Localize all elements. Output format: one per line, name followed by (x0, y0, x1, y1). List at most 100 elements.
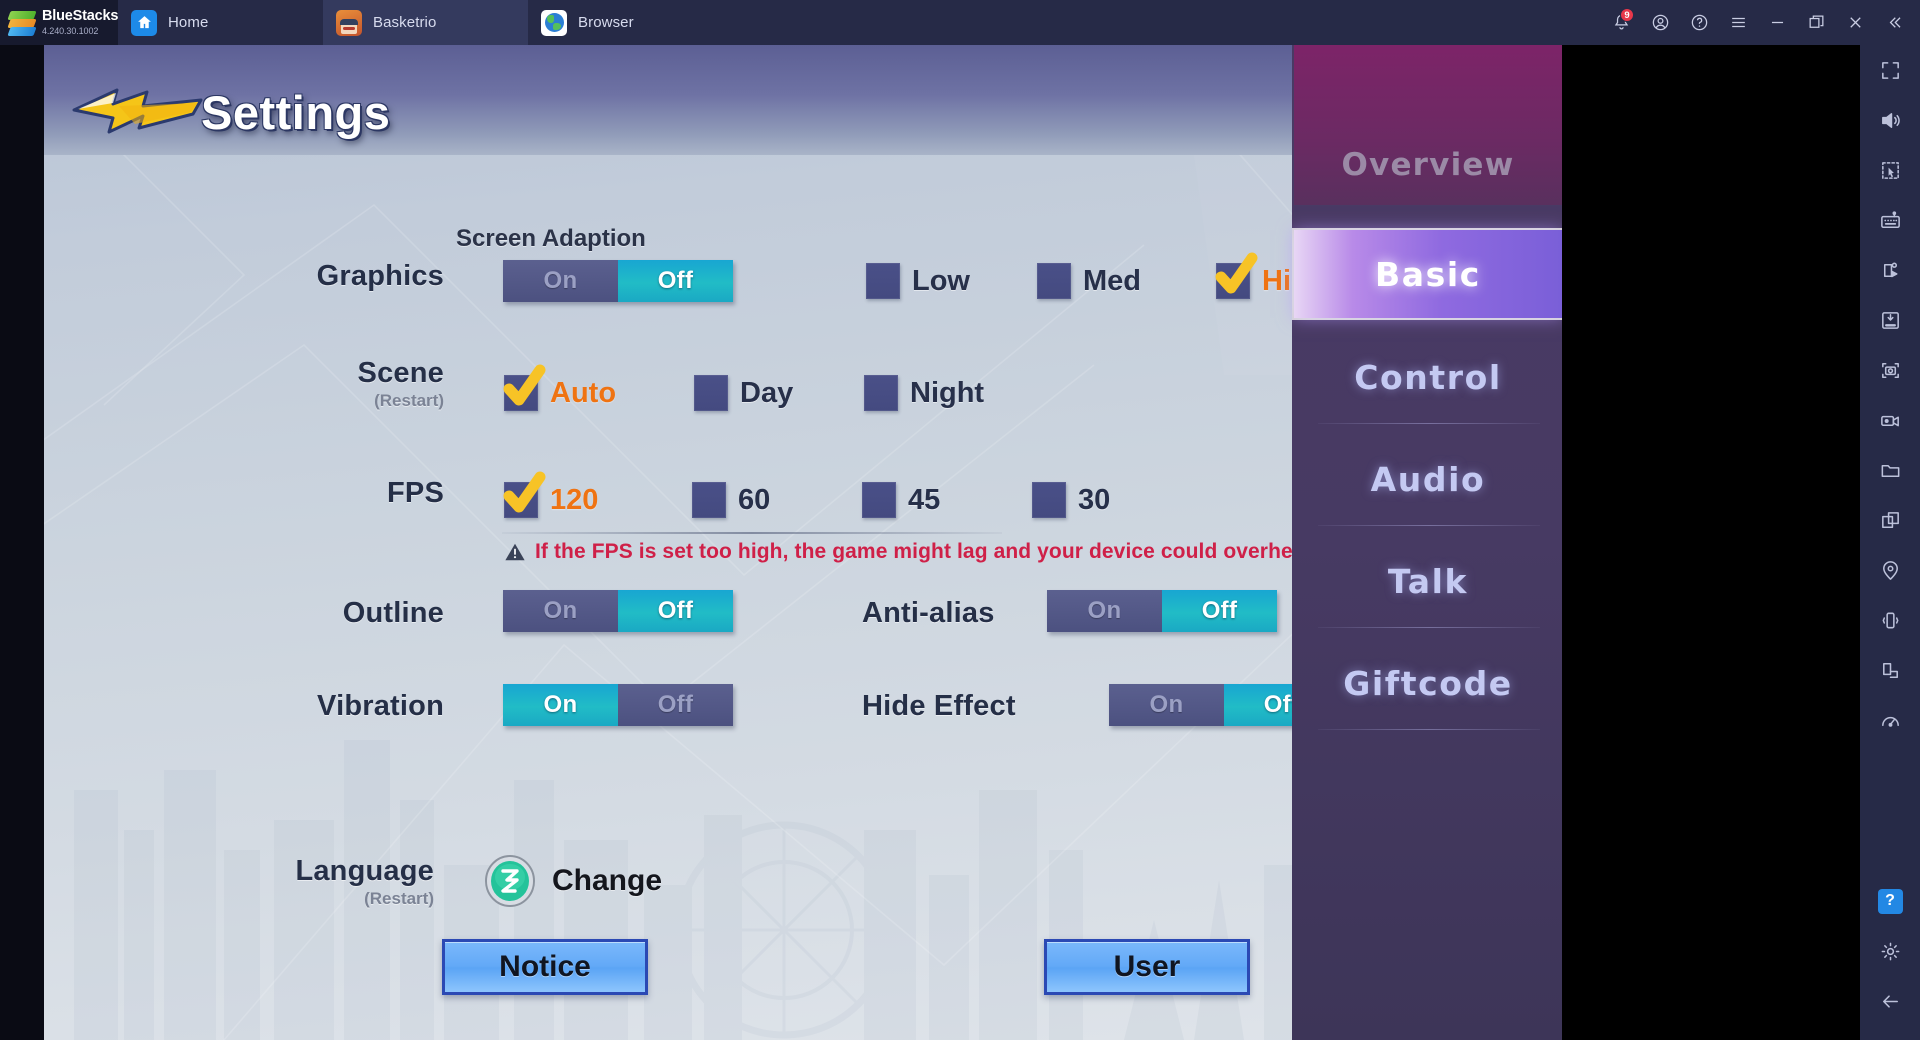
checkbox-checked-icon[interactable] (1215, 252, 1258, 299)
multi-instance-icon[interactable] (1860, 495, 1920, 545)
minimize-button[interactable] (1758, 0, 1797, 45)
scene-option-auto[interactable]: Auto (503, 364, 616, 411)
sidebar-item-audio-label: Audio (1370, 459, 1486, 499)
globe-icon (541, 9, 567, 36)
bluestacks-logo-icon (7, 10, 37, 36)
fps-option-60[interactable]: 60 (692, 482, 770, 518)
fps-option-45-label: 45 (908, 483, 941, 516)
checkbox-unchecked-icon[interactable] (862, 482, 896, 518)
bluestacks-brand: BlueStacks 4.240.30.1002 (0, 0, 118, 45)
home-icon (131, 9, 157, 36)
side-nav-overview-header[interactable]: Overview (1294, 45, 1562, 205)
sidebar-item-control[interactable]: Control (1294, 333, 1562, 421)
record-video-icon[interactable] (1860, 395, 1920, 445)
warning-triangle-icon (505, 543, 525, 561)
outline-toggle-off[interactable]: Off (618, 590, 733, 632)
language-sublabel: (Restart) (364, 889, 434, 908)
fps-option-45[interactable]: 45 (862, 482, 940, 518)
checkbox-unchecked-icon[interactable] (692, 482, 726, 518)
keyboard-controls-icon[interactable] (1860, 195, 1920, 245)
sidebar-divider (1318, 423, 1540, 424)
help-button[interactable] (1680, 0, 1719, 45)
language-globe-icon[interactable] (484, 855, 536, 907)
hide-effect-toggle-on[interactable]: On (1109, 684, 1224, 726)
antialias-toggle-off[interactable]: Off (1162, 590, 1277, 632)
outline-toggle[interactable]: On Off (503, 590, 733, 632)
close-button[interactable] (1836, 0, 1875, 45)
graphics-quality-low[interactable]: Low (866, 263, 970, 299)
collapse-sidebar-button[interactable] (1875, 0, 1914, 45)
antialias-toggle-on[interactable]: On (1047, 590, 1162, 632)
hide-effect-row-label: Hide Effect (862, 690, 1016, 723)
notice-button[interactable]: Notice (442, 939, 648, 995)
checkbox-unchecked-icon[interactable] (1032, 482, 1066, 518)
graphics-quality-med[interactable]: Med (1037, 263, 1141, 299)
performance-icon[interactable] (1860, 695, 1920, 745)
screenshot-icon[interactable] (1860, 345, 1920, 395)
emulator-right-letterbox (1562, 45, 1860, 1040)
help-icon[interactable]: ? (1860, 876, 1920, 926)
brand-name: BlueStacks (42, 8, 119, 25)
antialias-label: Anti-alias (862, 597, 995, 629)
menu-button[interactable] (1719, 0, 1758, 45)
sidebar-item-talk[interactable]: Talk (1294, 537, 1562, 625)
settings-gear-icon[interactable] (1860, 926, 1920, 976)
checkbox-unchecked-icon[interactable] (864, 375, 898, 411)
fullscreen-icon[interactable] (1860, 45, 1920, 95)
shake-icon[interactable] (1860, 595, 1920, 645)
yellow-back-arrow-icon[interactable] (69, 84, 207, 140)
multi-select-pointer-icon[interactable] (1860, 145, 1920, 195)
notification-badge: 9 (1620, 8, 1634, 22)
checkbox-unchecked-icon[interactable] (694, 375, 728, 411)
macro-script-icon[interactable] (1860, 245, 1920, 295)
account-button[interactable] (1641, 0, 1680, 45)
notice-button-label: Notice (499, 950, 591, 983)
brand-version: 4.240.30.1002 (42, 25, 99, 36)
user-button[interactable]: User (1044, 939, 1250, 995)
scene-option-night[interactable]: Night (864, 375, 984, 411)
apk-install-icon[interactable] (1860, 295, 1920, 345)
sidebar-item-control-label: Control (1354, 357, 1502, 397)
language-change-label: Change (552, 864, 663, 897)
antialias-toggle[interactable]: On Off (1047, 590, 1277, 632)
vibration-toggle-off[interactable]: Off (618, 684, 733, 726)
scene-sublabel: (Restart) (374, 391, 444, 410)
sidebar-item-giftcode[interactable]: Giftcode (1294, 639, 1562, 727)
sidebar-item-audio[interactable]: Audio (1294, 435, 1562, 523)
location-icon[interactable] (1860, 545, 1920, 595)
hide-effect-label: Hide Effect (862, 690, 1016, 722)
checkbox-unchecked-icon[interactable] (866, 263, 900, 299)
tab-basketrio[interactable]: Basketrio (323, 0, 528, 45)
back-arrow-icon[interactable] (1860, 976, 1920, 1026)
notifications-button[interactable]: 9 (1602, 0, 1641, 45)
language-label: Language (295, 855, 434, 887)
sidebar-item-basic[interactable]: Basic (1294, 230, 1562, 318)
graphics-quality-med-label: Med (1083, 264, 1141, 297)
vibration-toggle-on[interactable]: On (503, 684, 618, 726)
media-folder-icon[interactable] (1860, 445, 1920, 495)
graphics-toggle-off[interactable]: Off (618, 260, 733, 302)
fps-label: FPS (387, 477, 444, 509)
sidebar-item-giftcode-label: Giftcode (1343, 663, 1513, 703)
graphics-screen-adaption-toggle[interactable]: On Off (503, 260, 733, 302)
volume-icon[interactable] (1860, 95, 1920, 145)
language-change-button[interactable]: Change (484, 855, 662, 907)
maximize-button[interactable] (1797, 0, 1836, 45)
vibration-toggle[interactable]: On Off (503, 684, 733, 726)
tab-home[interactable]: Home (118, 0, 323, 45)
fps-option-30[interactable]: 30 (1032, 482, 1110, 518)
window-controls: 9 (1602, 0, 1920, 45)
rotate-icon[interactable] (1860, 645, 1920, 695)
tab-browser[interactable]: Browser (528, 0, 733, 45)
tab-browser-label: Browser (578, 14, 634, 31)
emulator-left-letterbox (0, 45, 44, 1040)
bluestacks-toolbar: ? (1860, 45, 1920, 1040)
checkbox-checked-icon[interactable] (503, 471, 546, 518)
checkbox-unchecked-icon[interactable] (1037, 263, 1071, 299)
checkbox-checked-icon[interactable] (503, 364, 546, 411)
language-row-label: Language (Restart) (174, 855, 434, 909)
fps-option-120[interactable]: 120 (503, 471, 598, 518)
outline-toggle-on[interactable]: On (503, 590, 618, 632)
scene-option-day[interactable]: Day (694, 375, 793, 411)
graphics-toggle-on[interactable]: On (503, 260, 618, 302)
